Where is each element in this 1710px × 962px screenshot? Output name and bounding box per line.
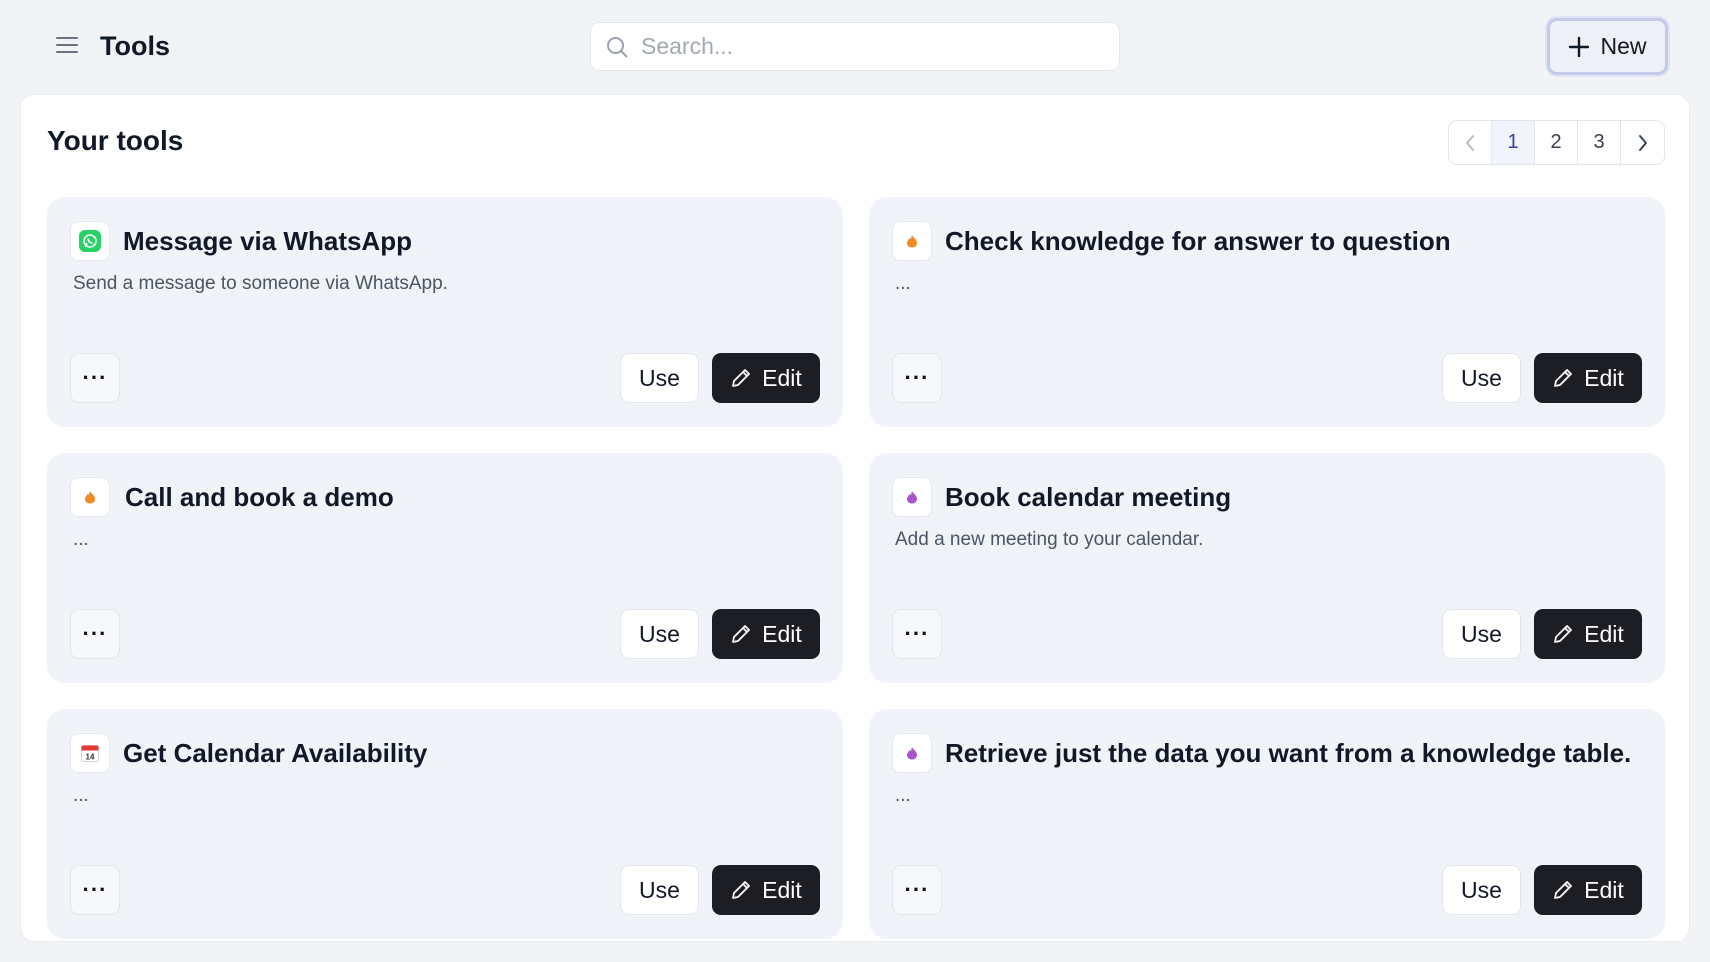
section-title: Your tools (47, 125, 184, 156)
tool-title: Check knowledge for answer to question (945, 226, 1451, 256)
tools-panel: Your tools 1 2 3 Message via WhatsApp Se… (20, 94, 1690, 942)
use-button[interactable]: Use (1442, 353, 1521, 403)
orange-flame-icon (70, 477, 110, 517)
pencil-icon (1554, 625, 1573, 643)
edit-label: Edit (1584, 364, 1624, 391)
page-2-button[interactable]: 2 (1535, 121, 1578, 164)
pencil-icon (732, 625, 751, 643)
edit-button[interactable]: Edit (1534, 353, 1642, 403)
tool-description: ... (895, 785, 911, 806)
tool-description: Send a message to someone via WhatsApp. (73, 273, 448, 294)
edit-label: Edit (1584, 620, 1624, 647)
page-1-button[interactable]: 1 (1492, 121, 1535, 164)
edit-button[interactable]: Edit (1534, 609, 1642, 659)
more-options-button[interactable]: ··· (70, 609, 120, 659)
tool-title: Book calendar meeting (945, 482, 1232, 512)
pencil-icon (1554, 369, 1573, 387)
edit-button[interactable]: Edit (1534, 865, 1642, 915)
whatsapp-icon (70, 221, 110, 261)
chevron-left-icon (1466, 134, 1474, 151)
tool-description: ... (895, 273, 911, 294)
edit-button[interactable]: Edit (712, 609, 820, 659)
more-options-button[interactable]: ··· (892, 353, 942, 403)
tool-title: Get Calendar Availability (123, 738, 428, 768)
search-input[interactable] (641, 33, 1111, 60)
tool-card: Check knowledge for answer to question .… (869, 197, 1665, 427)
calendar-day-text: 14 (86, 753, 95, 762)
next-page-button[interactable] (1621, 121, 1664, 164)
purple-flame-icon (892, 477, 932, 517)
hamburger-icon (56, 37, 78, 53)
pencil-icon (1554, 881, 1573, 899)
tool-title: Call and book a demo (125, 482, 394, 512)
use-button[interactable]: Use (620, 609, 699, 659)
purple-flame-icon (892, 733, 932, 773)
chevron-right-icon (1638, 134, 1647, 151)
tools-grid: Message via WhatsApp Send a message to s… (47, 197, 1665, 939)
pencil-icon (732, 369, 751, 387)
search-box[interactable] (590, 22, 1120, 71)
pencil-icon (732, 881, 751, 899)
menu-button[interactable] (50, 28, 84, 62)
tool-title: Message via WhatsApp (123, 226, 412, 256)
more-options-button[interactable]: ··· (70, 353, 120, 403)
edit-button[interactable]: Edit (712, 353, 820, 403)
use-button[interactable]: Use (1442, 609, 1521, 659)
tool-title: Retrieve just the data you want from a k… (945, 738, 1632, 768)
orange-flame-icon (892, 221, 932, 261)
tool-card: Message via WhatsApp Send a message to s… (47, 197, 843, 427)
edit-label: Edit (762, 364, 802, 391)
new-button-label: New (1600, 33, 1647, 59)
tool-description: ... (73, 529, 89, 550)
tool-card: Book calendar meeting Add a new meeting … (869, 453, 1665, 683)
calendar-icon: 14 (70, 733, 110, 773)
new-tool-button[interactable]: New (1547, 18, 1668, 75)
search-icon (607, 36, 628, 57)
page-title: Tools (100, 31, 170, 61)
use-button[interactable]: Use (620, 865, 699, 915)
more-options-button[interactable]: ··· (70, 865, 120, 915)
top-bar: Tools New (0, 0, 1710, 94)
use-button[interactable]: Use (1442, 865, 1521, 915)
tool-card: Call and book a demo ... ··· Use Edit (47, 453, 843, 683)
prev-page-button[interactable] (1449, 121, 1492, 164)
edit-label: Edit (762, 620, 802, 647)
edit-button[interactable]: Edit (712, 865, 820, 915)
page-3-button[interactable]: 3 (1578, 121, 1621, 164)
use-button[interactable]: Use (620, 353, 699, 403)
tool-card: 14 Get Calendar Availability ... ··· Use… (47, 709, 843, 939)
tool-description: ... (73, 785, 89, 806)
more-options-button[interactable]: ··· (892, 609, 942, 659)
pagination: 1 2 3 (1448, 120, 1665, 165)
tool-card: Retrieve just the data you want from a k… (869, 709, 1665, 939)
edit-label: Edit (1584, 876, 1624, 903)
more-options-button[interactable]: ··· (892, 865, 942, 915)
edit-label: Edit (762, 876, 802, 903)
tool-description: Add a new meeting to your calendar. (895, 529, 1204, 550)
plus-icon (1569, 36, 1590, 57)
